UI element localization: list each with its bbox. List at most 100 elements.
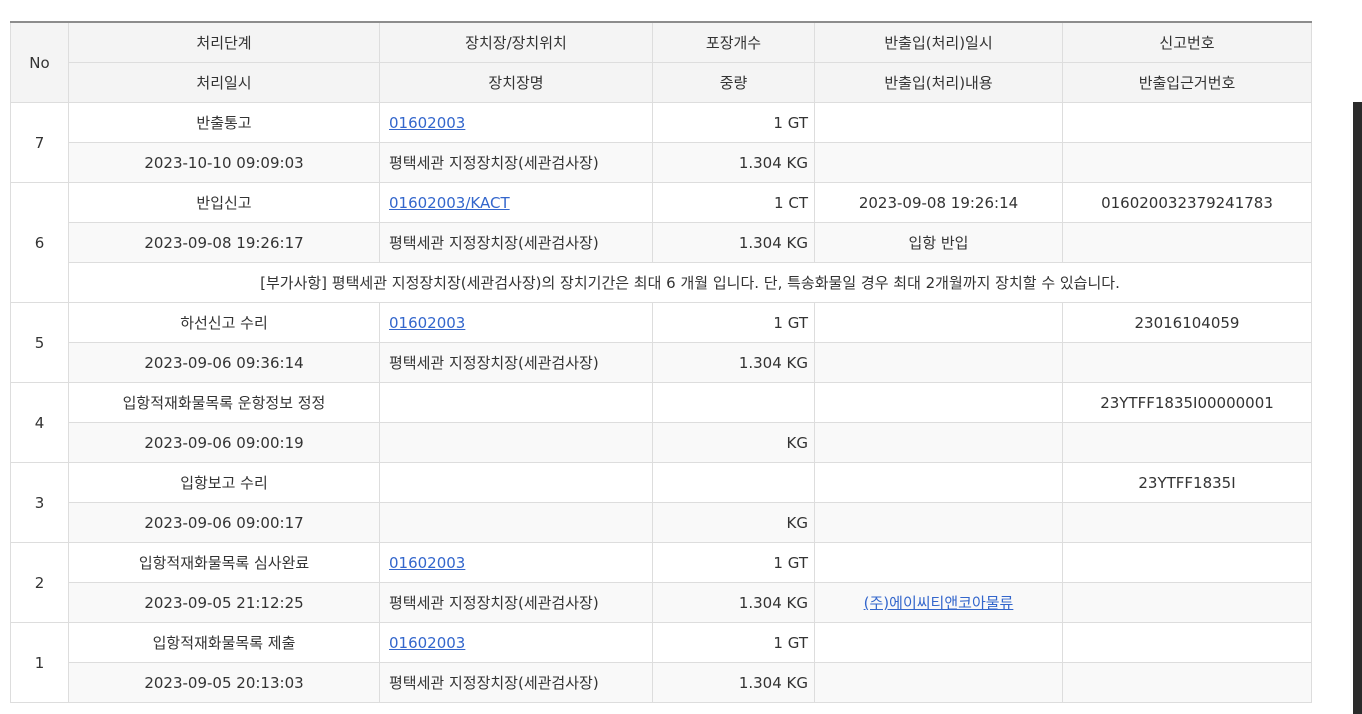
warehouse-name-cell: 평택세관 지정장치장(세관검사장) (379, 662, 653, 703)
header-weight: 중량 (652, 62, 815, 103)
process-time-cell: 2023-09-08 19:26:17 (68, 222, 380, 263)
location-cell: 01602003 (379, 102, 653, 143)
weight-cell: 1.304 KG (652, 582, 815, 623)
cargo-progress-table: No 처리단계 장치장/장치위치 포장개수 반출입(처리)일시 신고번호 처리일… (10, 21, 1312, 703)
table-row: 2023-09-08 19:26:17 평택세관 지정장치장(세관검사장) 1.30… (11, 222, 1312, 263)
warehouse-name-cell: 평택세관 지정장치장(세관검사장) (379, 142, 653, 183)
location-cell-link[interactable]: 01602003 (389, 114, 465, 132)
inout-content-cell (814, 422, 1063, 463)
package-count-cell (652, 462, 815, 503)
location-cell: 01602003/KACT (379, 182, 653, 223)
header-stage: 처리단계 (68, 21, 380, 63)
table-row: 1 입항적재화물목록 제출 01602003 1 GT (10, 622, 1312, 703)
table-row: 2023-09-06 09:00:17 KG (11, 502, 1312, 543)
declaration-no-cell (1062, 622, 1312, 663)
stage-cell: 입항적재화물목록 제출 (68, 622, 380, 663)
weight-cell: 1.304 KG (652, 662, 815, 703)
basis-no-cell (1062, 582, 1312, 623)
location-cell: 01602003 (379, 542, 653, 583)
stage-cell: 하선신고 수리 (68, 302, 380, 343)
inout-time-cell (814, 302, 1063, 343)
note-row: [부가사항] 평택세관 지정장치장(세관검사장)의 장치기간은 최대 6 개월 … (11, 262, 1312, 303)
header-warehouse-name: 장치장명 (379, 62, 653, 103)
basis-no-cell (1062, 502, 1312, 543)
stage-cell: 입항보고 수리 (68, 462, 380, 503)
package-count-cell: 1 GT (652, 542, 815, 583)
table-body: 7 반출통고 01602003 1 GT 2023-10-10 09:09:03 평택세관… (10, 102, 1312, 703)
package-count-cell: 1 GT (652, 302, 815, 343)
header-inout-time: 반출입(처리)일시 (814, 21, 1063, 63)
process-time-cell: 2023-10-10 09:09:03 (68, 142, 380, 183)
table-row: 2023-09-06 09:36:14 평택세관 지정장치장(세관검사장) 1.30… (11, 342, 1312, 383)
header-declaration-no: 신고번호 (1062, 21, 1312, 63)
process-time-cell: 2023-09-06 09:00:19 (68, 422, 380, 463)
table-row: 7 반출통고 01602003 1 GT (10, 102, 1312, 183)
header-row-2: 처리일시 장치장명 중량 반출입(처리)내용 반출입근거번호 (11, 62, 1312, 103)
row-number: 6 (10, 182, 69, 303)
row-number: 7 (10, 102, 69, 183)
inout-content-cell: (주)에이씨티앤코아물류 (814, 582, 1063, 623)
basis-no-cell (1062, 142, 1312, 183)
inout-content-cell (814, 502, 1063, 543)
inout-time-cell (814, 102, 1063, 143)
inout-time-cell (814, 382, 1063, 423)
location-cell: 01602003 (379, 622, 653, 663)
basis-no-cell (1062, 342, 1312, 383)
inout-content-cell: 입항 반입 (814, 222, 1063, 263)
table-row: 2023-09-05 20:13:03 평택세관 지정장치장(세관검사장) 1.30… (11, 662, 1312, 703)
header-process-time: 처리일시 (68, 62, 380, 103)
declaration-no-cell (1062, 542, 1312, 583)
inout-content-cell (814, 662, 1063, 703)
weight-cell: 1.304 KG (652, 342, 815, 383)
process-time-cell: 2023-09-05 20:13:03 (68, 662, 380, 703)
location-cell: 01602003 (379, 302, 653, 343)
location-cell-link[interactable]: 01602003 (389, 634, 465, 652)
table-row: 3 입항보고 수리 23YTFF1835I (10, 462, 1312, 543)
stage-cell: 입항적재화물목록 운항정보 정정 (68, 382, 380, 423)
table-row: 6 반입신고 01602003/KACT 1 CT 2023-09-08 19:26:1… (10, 182, 1312, 303)
package-count-cell: 1 CT (652, 182, 815, 223)
process-time-cell: 2023-09-06 09:36:14 (68, 342, 380, 383)
warehouse-name-cell: 평택세관 지정장치장(세관검사장) (379, 582, 653, 623)
declaration-no-cell: 23YTFF1835I (1062, 462, 1312, 503)
cargo-progress-panel: No 처리단계 장치장/장치위치 포장개수 반출입(처리)일시 신고번호 처리일… (10, 21, 1312, 703)
inout-content-cell (814, 342, 1063, 383)
package-count-cell: 1 GT (652, 622, 815, 663)
location-cell (379, 462, 653, 503)
basis-no-cell (1062, 422, 1312, 463)
table-row: 2 입항적재화물목록 심사완료 01602003 1 GT (10, 542, 1312, 623)
stage-cell: 반입신고 (68, 182, 380, 223)
header-no: No (10, 21, 69, 103)
location-cell-link[interactable]: 01602003/KACT (389, 194, 510, 212)
header-row-1: No 처리단계 장치장/장치위치 포장개수 반출입(처리)일시 신고번호 (10, 21, 1312, 103)
stage-cell: 반출통고 (68, 102, 380, 143)
table-row: 5 하선신고 수리 01602003 1 GT 23016104059 (10, 302, 1312, 383)
warehouse-name-cell: 평택세관 지정장치장(세관검사장) (379, 342, 653, 383)
inout-content-cell-link[interactable]: (주)에이씨티앤코아물류 (864, 594, 1014, 612)
additional-note: [부가사항] 평택세관 지정장치장(세관검사장)의 장치기간은 최대 6 개월 … (68, 262, 1312, 303)
row-number: 3 (10, 462, 69, 543)
stage-cell: 입항적재화물목록 심사완료 (68, 542, 380, 583)
basis-no-cell (1062, 222, 1312, 263)
row-number: 5 (10, 302, 69, 383)
side-panel-edge (1353, 102, 1362, 714)
location-cell-link[interactable]: 01602003 (389, 314, 465, 332)
location-cell (379, 382, 653, 423)
header-location: 장치장/장치위치 (379, 21, 653, 63)
location-cell-link[interactable]: 01602003 (389, 554, 465, 572)
basis-no-cell (1062, 662, 1312, 703)
process-time-cell: 2023-09-06 09:00:17 (68, 502, 380, 543)
inout-time-cell (814, 542, 1063, 583)
table-row: 2023-09-06 09:00:19 KG (11, 422, 1312, 463)
warehouse-name-cell: 평택세관 지정장치장(세관검사장) (379, 222, 653, 263)
inout-time-cell (814, 622, 1063, 663)
declaration-no-cell: 23YTFF1835I00000001 (1062, 382, 1312, 423)
declaration-no-cell (1062, 102, 1312, 143)
package-count-cell: 1 GT (652, 102, 815, 143)
header-inout-content: 반출입(처리)내용 (814, 62, 1063, 103)
weight-cell: 1.304 KG (652, 142, 815, 183)
inout-content-cell (814, 142, 1063, 183)
inout-time-cell (814, 462, 1063, 503)
table-row: 2023-10-10 09:09:03 평택세관 지정장치장(세관검사장) 1.30… (11, 142, 1312, 183)
warehouse-name-cell (379, 502, 653, 543)
